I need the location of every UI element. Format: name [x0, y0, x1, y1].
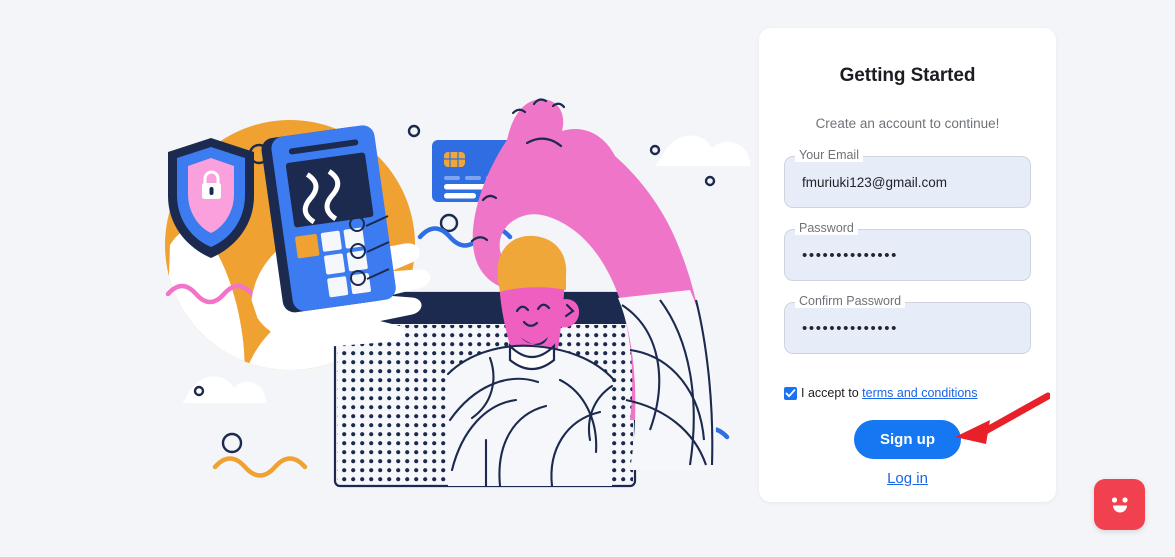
- terms-row: I accept to terms and conditions: [784, 386, 1031, 400]
- page-subtitle: Create an account to continue!: [815, 116, 1000, 131]
- accept-terms-checkbox[interactable]: [784, 386, 797, 400]
- email-field-value: fmuriuki123@gmail.com: [802, 174, 947, 190]
- login-link[interactable]: Log in: [784, 470, 1031, 487]
- hero-illustration: [0, 0, 760, 557]
- password-field-value: ••••••••••••••: [802, 246, 898, 264]
- terms-label: I accept to: [801, 386, 859, 400]
- page-title: Getting Started: [839, 65, 976, 86]
- person-character-graphic: [446, 235, 616, 488]
- terms-and-conditions-link[interactable]: terms and conditions: [862, 386, 977, 400]
- checkmark-icon: [785, 388, 796, 397]
- password-field[interactable]: Password ••••••••••••••: [784, 221, 1031, 281]
- password-field-label: Password: [795, 221, 858, 235]
- confirm-password-field-label: Confirm Password: [795, 294, 906, 308]
- signup-card: Getting Started Create an account to con…: [759, 28, 1056, 502]
- email-field[interactable]: Your Email fmuriuki123@gmail.com: [784, 148, 1031, 208]
- email-field-label: Your Email: [795, 148, 863, 162]
- signup-button-wrap: Sign up: [784, 420, 1031, 459]
- confirm-password-field-value: ••••••••••••••: [802, 319, 898, 337]
- signup-button[interactable]: Sign up: [854, 420, 961, 459]
- signup-page: Getting Started Create an account to con…: [0, 0, 1175, 557]
- confirm-password-field[interactable]: Confirm Password ••••••••••••••: [784, 294, 1031, 354]
- chat-smiley-icon: [1105, 491, 1128, 513]
- chat-widget-button[interactable]: [1094, 479, 1145, 530]
